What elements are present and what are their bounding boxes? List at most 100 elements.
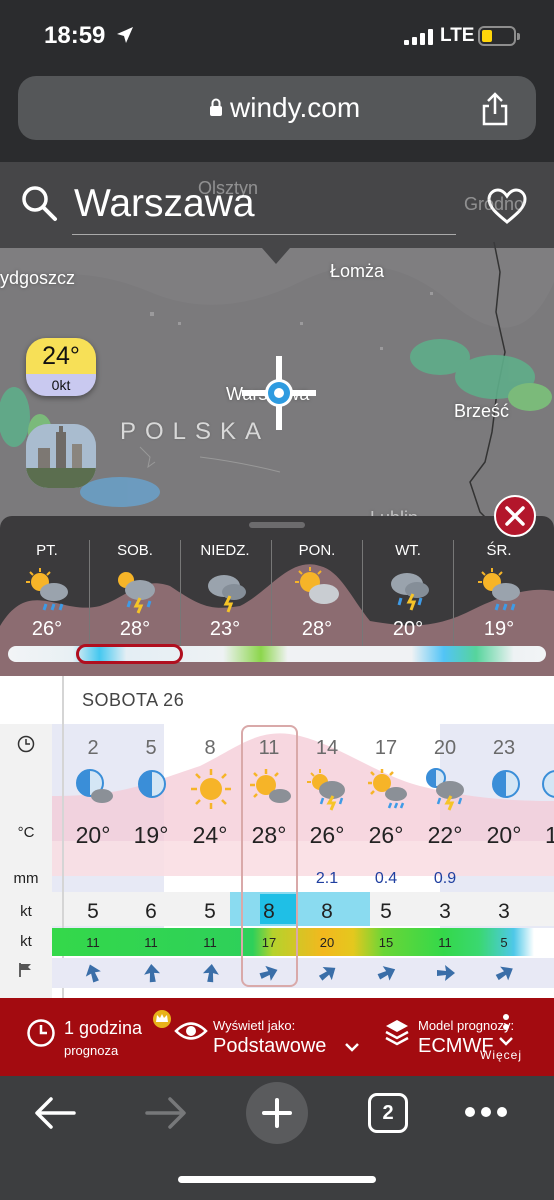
hour-gust: 11 [438,935,452,950]
sun-cloud-rain-icon [478,568,520,611]
hour-temp: 26° [368,822,404,848]
location-arrow-icon [117,27,133,43]
forward-arrow-icon[interactable] [145,1096,187,1130]
hour-temp: 20° [75,822,111,848]
day-temp: 28° [119,618,151,640]
day-column[interactable]: PON. 28° [272,516,362,664]
moon-icon-partial [542,770,554,798]
signal-icon [404,29,433,45]
hour-gust: 15 [378,935,394,950]
rain-row-label: mm [13,870,39,887]
day-temp: 19° [483,618,515,640]
day-temp: 20° [392,618,424,640]
day-name: PT. [36,542,58,559]
display-mode-dropdown[interactable]: Wyświetl jako: Podstawowe [172,998,372,1076]
gust-row-label: kt [20,933,32,950]
day-name: NIEDZ. [200,542,250,559]
moon-icon [138,770,166,798]
moon-cloud-icon [76,769,113,803]
hour-wind: 5 [87,900,99,923]
more-dots-icon [499,1014,513,1046]
more-label[interactable]: Więcej [480,1048,522,1062]
row-labels-column [0,724,52,998]
hour-temp: 24° [192,822,228,848]
day-column[interactable]: SOB. 28° [90,516,180,664]
hour-temp-partial: 1 [545,822,554,848]
map-label-bydgoszcz: ydgoszcz [0,268,76,288]
map-label-olsztyn: Olsztyn [198,178,259,198]
hour-wind: 8 [321,900,333,923]
close-icon [505,506,525,526]
hour-temp: 26° [309,822,345,848]
sun-cloud-rain-icon [368,769,407,809]
webcam-thumbnail[interactable] [26,424,96,488]
bubble-wind: 0kt [26,374,96,396]
sun-cloud-icon [295,567,339,604]
wind-arrow-icon [85,964,101,983]
hour-rain: 0.4 [374,870,398,887]
selected-hour-indicator [241,725,298,987]
sun-cloud-rain-icon [26,568,68,611]
tabs-button[interactable]: 2 [368,1093,408,1133]
battery-icon [478,26,520,46]
hour-gust: 11 [203,935,217,950]
home-indicator[interactable] [178,1176,376,1183]
model-dropdown[interactable]: Model prognozy: ECMWF Więcej [380,998,554,1076]
cloud-thunder-icon [208,575,246,613]
location-temp-bubble[interactable]: 24° 0kt [26,338,96,396]
search-pointer [262,248,290,264]
address-bar[interactable]: windy.com [18,76,536,140]
wind-arrow-icon [318,967,336,981]
hour-wind: 3 [498,900,510,923]
hour-gust: 5 [500,935,508,950]
hour-label: 17 [374,737,398,759]
back-arrow-icon[interactable] [34,1096,76,1130]
wind-arrow-icon [202,964,219,983]
hour-label: 20 [433,737,457,759]
plus-icon [262,1098,292,1128]
forecast-step-button[interactable]: 1 godzina prognoza [0,998,171,1076]
status-time: 18:59 [44,22,106,49]
hour-gust: 20 [319,935,335,950]
day-column[interactable]: PT. 26° [2,516,92,664]
hour-wind: 5 [380,900,392,923]
hour-temp: 22° [427,822,463,848]
clock-icon [17,735,35,753]
clock-icon [27,1019,55,1047]
hour-gust: 11 [144,935,158,950]
city-photo [26,424,96,488]
crown-icon [153,1010,171,1028]
new-tab-button[interactable] [246,1082,308,1144]
hour-label: 2 [87,737,99,759]
wind-arrow-icon [144,964,161,983]
day-column[interactable]: NIEDZ. 23° [180,516,270,664]
hour-temp: 19° [133,822,169,848]
day-name: SOB. [117,542,153,559]
close-button[interactable] [494,495,536,537]
map-label-grodno: Gródno [464,194,525,214]
layers-icon [385,1020,409,1046]
hour-label: 8 [204,737,216,759]
search-icon[interactable] [20,184,58,222]
wind-arrow-icon [437,965,455,981]
moon-icon [492,770,520,798]
day-temp: 26° [31,618,63,640]
forecast-settings-bar: 1 godzina prognoza Wyświetl jako: Podsta… [0,998,554,1076]
day-column[interactable]: ŚR. 19° [454,516,544,664]
forecast-step-value: 1 godzina [64,1018,143,1038]
selected-day-indicator [76,644,183,664]
eye-icon [174,1022,208,1040]
hour-wind: 6 [145,900,157,923]
share-icon[interactable] [480,92,510,126]
day-temp: 23° [209,618,241,640]
wind-row-label: kt [20,903,32,920]
more-options-icon[interactable] [464,1106,508,1118]
day-column[interactable]: WT. 20° [363,516,453,664]
display-mode-value: Podstawowe [213,1035,327,1057]
sun-icon [191,769,231,809]
temp-row-label: °C [17,824,35,841]
lock-icon [210,98,222,116]
day-name: WT. [395,542,421,559]
chevron-down-icon [345,1043,359,1052]
map-label-lomza: Łomża [330,261,385,281]
